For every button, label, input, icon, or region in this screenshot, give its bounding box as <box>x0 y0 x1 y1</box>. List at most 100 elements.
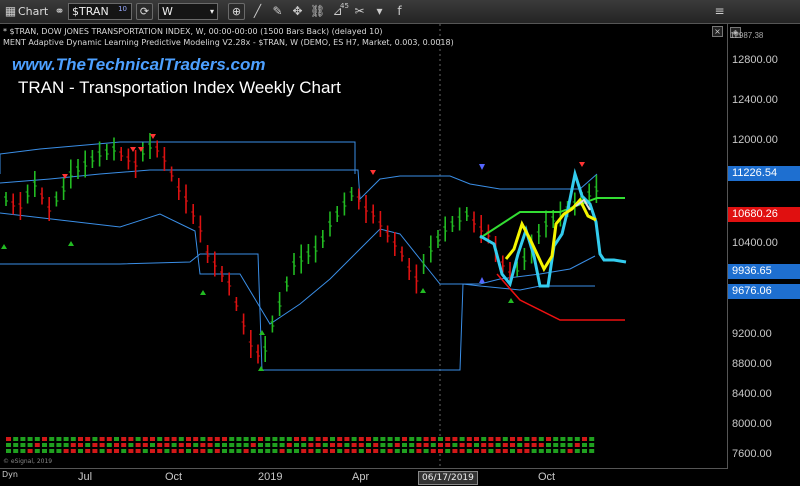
indicator-cell <box>78 449 83 453</box>
indicator-cell <box>121 443 127 447</box>
indicator-cell <box>214 437 220 441</box>
price-axis[interactable]: ◈ 12987.38 12800.0012400.0012000.0011600… <box>728 24 800 486</box>
indicator-cell <box>380 449 386 453</box>
tools-icon[interactable]: ✂ <box>352 4 367 19</box>
indicator-cell <box>373 437 379 441</box>
indicator-cell <box>438 449 443 453</box>
indicator-cell <box>178 443 184 447</box>
indicator-cell <box>430 437 436 441</box>
indicator-cell <box>135 449 141 453</box>
facebook-icon[interactable]: f <box>392 4 407 19</box>
indicator-cell <box>265 443 271 447</box>
indicator-cell <box>387 443 393 447</box>
indicator-cell <box>538 437 544 441</box>
indicator-cell <box>70 449 76 453</box>
indicator-cell <box>229 449 235 453</box>
indicator-cell <box>344 449 350 453</box>
indicator-cell <box>510 449 515 453</box>
link-icon[interactable]: ⚭ <box>52 4 67 19</box>
close-icon[interactable]: × <box>712 26 723 37</box>
indicator-cell <box>106 449 112 453</box>
indicator-cell <box>214 449 220 453</box>
indicator-cell <box>186 449 191 453</box>
indicator-cell <box>286 437 292 441</box>
price-tick: 12800.00 <box>732 54 778 66</box>
refresh-button[interactable]: ⟳ <box>136 3 153 20</box>
link-chain-icon[interactable]: ⛓ <box>310 4 325 19</box>
menu-icon[interactable]: ≡ <box>712 4 727 19</box>
indicator-cell <box>164 443 170 447</box>
price-tag: 9936.65 <box>728 264 800 279</box>
price-tag: 9676.06 <box>728 284 800 299</box>
indicator-cell <box>502 449 508 453</box>
buy-marker <box>200 290 206 295</box>
indicator-cell <box>164 437 170 441</box>
indicator-cell <box>34 443 40 447</box>
indicator-cell <box>445 437 451 441</box>
indicator-cell <box>495 443 501 447</box>
indicator-cell <box>358 437 364 441</box>
indicator-cell <box>222 449 227 453</box>
zoom-icon[interactable]: ⊕ <box>228 3 245 20</box>
chart-toolbar: ▦ Chart ⚭ $TRAN 10 ⟳ W ▾ ⊕ ╱ ✎ ✥ ⛓ ⊿ 45 … <box>0 0 800 24</box>
indicator-cell <box>423 437 429 441</box>
indicator-cell <box>85 443 91 447</box>
indicator-cell <box>531 437 537 441</box>
indicator-cell <box>157 449 163 453</box>
indicator-cell <box>430 449 436 453</box>
chart-plot-area[interactable]: * $TRAN, DOW JONES TRANSPORTATION INDEX,… <box>0 24 728 468</box>
forecast-red-line <box>496 273 625 321</box>
indicator-cell <box>85 449 91 453</box>
indicator-cell <box>538 449 544 453</box>
indicator-cell <box>358 449 364 453</box>
indicator-cell <box>63 443 69 447</box>
indicator-cell <box>567 437 573 441</box>
indicator-cell <box>272 437 278 441</box>
indicator-cell <box>481 449 487 453</box>
indicator-cell <box>294 449 299 453</box>
indicator-cell <box>481 437 487 441</box>
indicator-cell <box>13 449 19 453</box>
indicator-cell <box>380 443 386 447</box>
symbol-input[interactable]: $TRAN 10 <box>68 3 132 20</box>
indicator-cell <box>553 437 559 441</box>
indicator-cell <box>78 443 83 447</box>
indicator-cell <box>344 443 350 447</box>
indicator-cell <box>495 437 501 441</box>
indicator-cell <box>20 443 26 447</box>
indicator-cell <box>49 437 55 441</box>
interval-select[interactable]: W ▾ <box>158 3 218 20</box>
indicator-cell <box>524 443 530 447</box>
indicator-cell <box>20 437 26 441</box>
cursor-icon[interactable]: ✥ <box>290 4 305 19</box>
price-tick: 10400.00 <box>732 237 778 249</box>
indicator-cell <box>279 437 285 441</box>
dropdown-icon[interactable]: ▾ <box>372 4 387 19</box>
indicator-cell <box>502 437 508 441</box>
indicator-cell <box>322 443 328 447</box>
indicator-cell <box>409 437 415 441</box>
indicator-cell <box>236 437 242 441</box>
chart-type-icon[interactable]: ▦ <box>3 4 18 19</box>
indicator-cell <box>373 449 379 453</box>
draw-line-icon[interactable]: ╱ <box>250 4 265 19</box>
indicator-cell <box>322 449 328 453</box>
indicator-cell <box>387 437 393 441</box>
indicator-cell <box>560 449 566 453</box>
indicator-cell <box>574 449 580 453</box>
indicator-cell <box>474 437 479 441</box>
symbol-value: $TRAN <box>72 5 109 18</box>
indicator-cell <box>92 437 98 441</box>
indicator-cell <box>423 449 429 453</box>
sell-marker <box>150 134 156 139</box>
indicator-cell <box>243 449 249 453</box>
channel-upper <box>0 169 598 201</box>
indicator-cell <box>250 437 256 441</box>
indicator-cell <box>178 437 184 441</box>
time-axis[interactable]: Jul Oct 2019 Apr 06/17/2019 Oct <box>0 468 728 486</box>
indicator-cell <box>510 437 515 441</box>
cursor-date-label: 06/17/2019 <box>418 471 478 485</box>
indicator-cell <box>402 443 407 447</box>
pencil-icon[interactable]: ✎ <box>270 4 285 19</box>
indicator-cell <box>243 437 249 441</box>
